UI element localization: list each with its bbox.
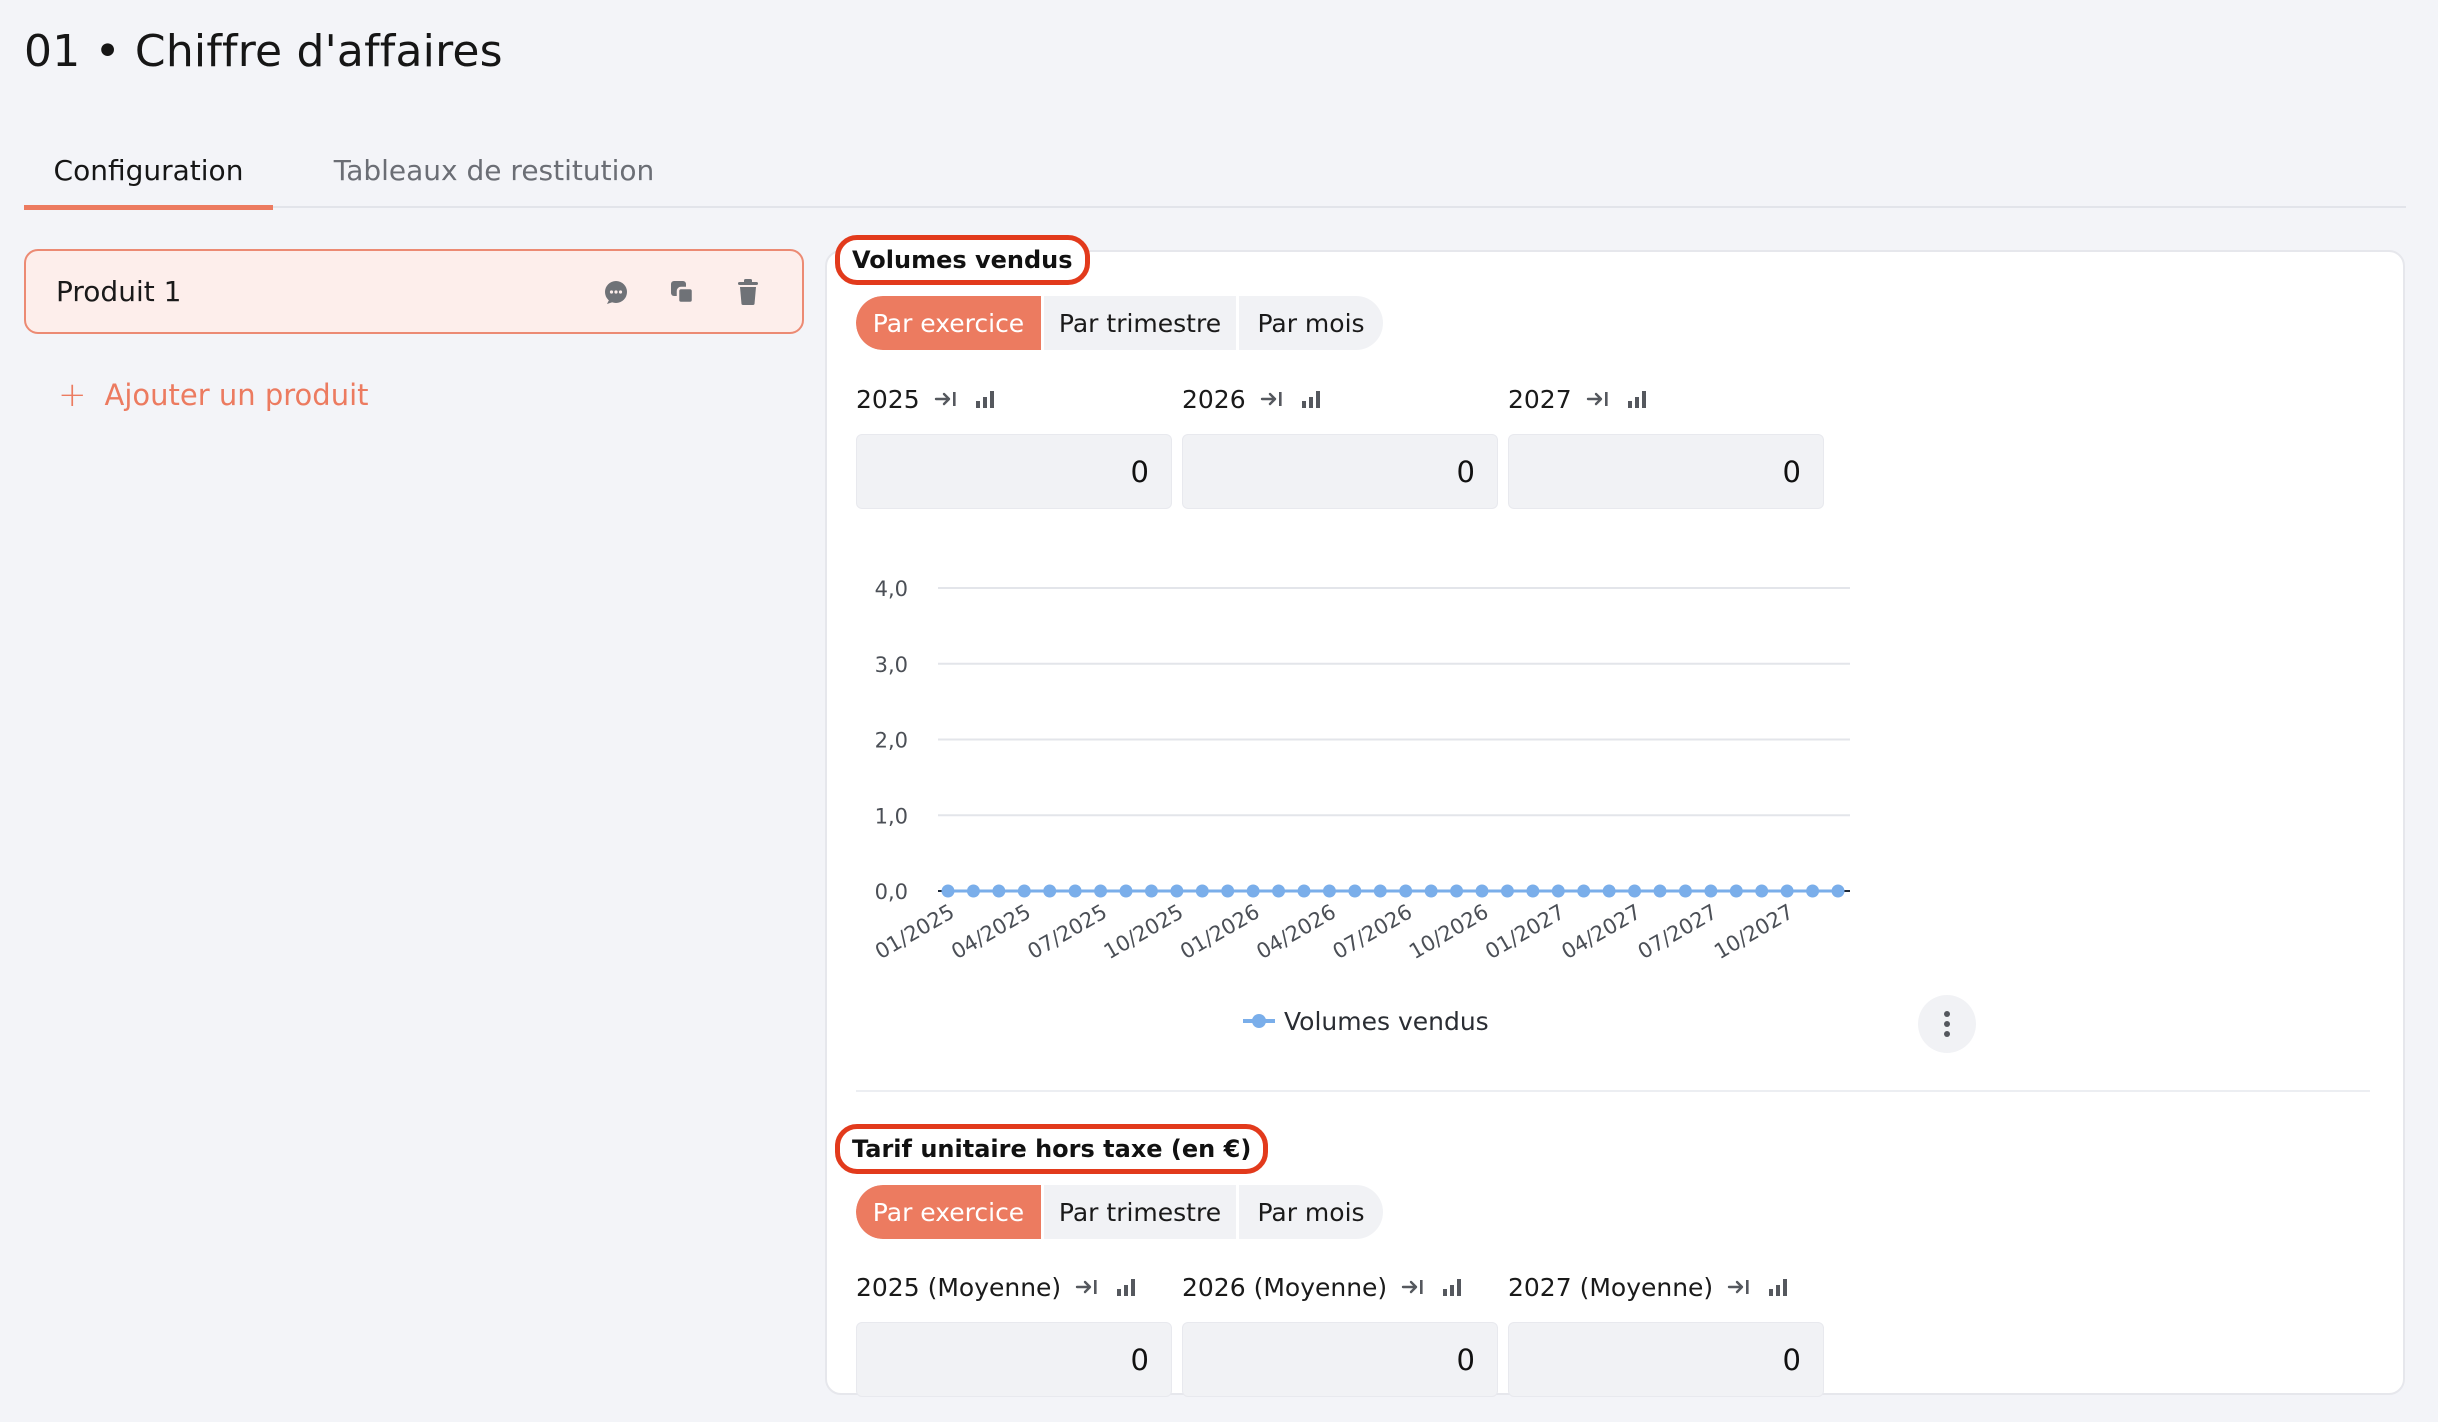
segment-par-exercice[interactable]: Par exercice <box>856 1185 1041 1239</box>
year-value-input[interactable]: 0 <box>856 1322 1172 1397</box>
data-point <box>1322 884 1336 898</box>
distribution-chart-icon[interactable] <box>1767 1276 1791 1298</box>
legend-marker <box>1252 1014 1266 1028</box>
data-point <box>1399 884 1413 898</box>
year-field-2026-moyenne: 2026 (Moyenne) 0 <box>1182 1267 1498 1397</box>
x-tick-label: 07/2026 <box>1329 900 1417 964</box>
x-tick-label: 01/2027 <box>1481 900 1569 964</box>
data-point <box>1500 884 1514 898</box>
data-point <box>992 884 1006 898</box>
section-title-tarif: Tarif unitaire hors taxe (en €) <box>835 1124 1269 1174</box>
year-label: 2026 (Moyenne) <box>1182 1272 1388 1302</box>
year-field-2025-moyenne: 2025 (Moyenne) 0 <box>856 1267 1172 1397</box>
segment-par-mois[interactable]: Par mois <box>1239 1185 1383 1239</box>
year-value-input[interactable]: 0 <box>1182 1322 1498 1397</box>
y-tick-label: 0,0 <box>875 880 908 904</box>
year-label: 2025 (Moyenne) <box>856 1272 1062 1302</box>
propagate-icon[interactable] <box>1401 1277 1427 1297</box>
data-point <box>1602 884 1616 898</box>
x-tick-label: 01/2026 <box>1176 900 1264 964</box>
data-point <box>1831 884 1845 898</box>
data-point <box>1348 884 1362 898</box>
data-point <box>1119 884 1133 898</box>
data-point <box>1780 884 1794 898</box>
data-point <box>1450 884 1464 898</box>
x-tick-label: 07/2025 <box>1024 900 1112 964</box>
x-tick-label: 07/2027 <box>1634 900 1722 964</box>
volumes-chart: 0,01,02,03,04,001/202504/202507/202510/2… <box>871 577 1850 1036</box>
x-tick-label: 04/2025 <box>947 900 1035 964</box>
data-point <box>1043 884 1057 898</box>
data-point <box>966 884 980 898</box>
data-point <box>1017 884 1031 898</box>
data-point <box>1094 884 1108 898</box>
period-selector-tarif: Par exercice Par trimestre Par mois <box>856 1185 1383 1239</box>
data-point <box>1272 884 1286 898</box>
data-point <box>1678 884 1692 898</box>
distribution-chart-icon[interactable] <box>1115 1276 1139 1298</box>
data-point <box>1373 884 1387 898</box>
data-point <box>1246 884 1260 898</box>
data-point <box>1551 884 1565 898</box>
x-tick-label: 04/2027 <box>1558 900 1646 964</box>
y-tick-label: 2,0 <box>875 729 908 753</box>
propagate-icon[interactable] <box>1075 1277 1101 1297</box>
data-point <box>1577 884 1591 898</box>
year-label: 2027 (Moyenne) <box>1508 1272 1714 1302</box>
data-point <box>1475 884 1489 898</box>
year-field-2027-moyenne: 2027 (Moyenne) 0 <box>1508 1267 1824 1397</box>
year-value-input[interactable]: 0 <box>1508 1322 1824 1397</box>
data-point <box>1729 884 1743 898</box>
data-point <box>1526 884 1540 898</box>
y-tick-label: 4,0 <box>875 577 908 601</box>
x-tick-label: 10/2025 <box>1100 900 1188 964</box>
data-point <box>1068 884 1082 898</box>
data-point <box>1144 884 1158 898</box>
distribution-chart-icon[interactable] <box>1441 1276 1465 1298</box>
x-tick-label: 01/2025 <box>871 900 959 964</box>
data-point <box>1628 884 1642 898</box>
y-tick-label: 3,0 <box>875 653 908 677</box>
data-point <box>1195 884 1209 898</box>
x-tick-label: 10/2026 <box>1405 900 1493 964</box>
data-point <box>1297 884 1311 898</box>
data-point <box>1170 884 1184 898</box>
data-point <box>1704 884 1718 898</box>
chart-menu-button[interactable] <box>1918 995 1976 1053</box>
x-tick-label: 10/2027 <box>1710 900 1798 964</box>
segment-par-trimestre[interactable]: Par trimestre <box>1041 1185 1239 1239</box>
data-point <box>1221 884 1235 898</box>
y-tick-label: 1,0 <box>875 804 908 828</box>
data-point <box>1755 884 1769 898</box>
data-point <box>1806 884 1820 898</box>
section-divider <box>856 1090 2370 1092</box>
x-tick-label: 04/2026 <box>1252 900 1340 964</box>
legend-label: Volumes vendus <box>1284 1007 1489 1036</box>
propagate-icon[interactable] <box>1727 1277 1753 1297</box>
data-point <box>1653 884 1667 898</box>
data-point <box>941 884 955 898</box>
data-point <box>1424 884 1438 898</box>
